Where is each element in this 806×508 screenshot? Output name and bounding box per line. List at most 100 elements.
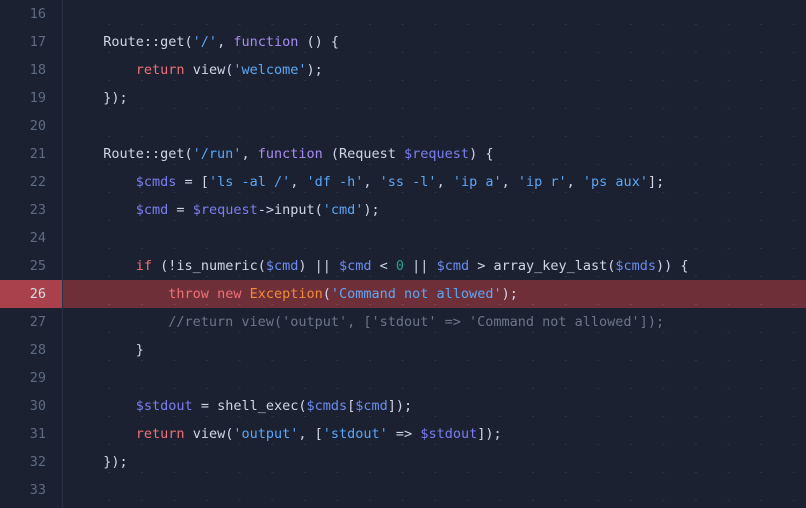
line-number[interactable]: 18 (0, 56, 62, 84)
code-token: 'df -h' (306, 174, 364, 190)
line-number[interactable]: 22 (0, 168, 62, 196)
line-number[interactable]: 30 (0, 392, 62, 420)
code-line-content[interactable]: return view('output', ['stdout' => $stdo… (62, 420, 806, 448)
code-line-content[interactable]: if (!is_numeric($cmd) || $cmd < 0 || $cm… (62, 252, 806, 280)
line-number[interactable]: 17 (0, 28, 62, 56)
code-token: ]; (647, 174, 665, 190)
code-token: 'ls -al /' (208, 174, 291, 190)
line-number[interactable]: 31 (0, 420, 62, 448)
code-line-content[interactable] (62, 476, 806, 504)
line-number[interactable]: 25 (0, 252, 62, 280)
code-line[interactable]: 19 }); (0, 84, 806, 112)
code-line-content[interactable] (62, 112, 806, 140)
code-line-content[interactable]: Route::get('/', function () { (62, 28, 806, 56)
code-token: 0 (395, 258, 405, 274)
code-line-highlighted[interactable]: 26 throw new Exception('Command not allo… (0, 280, 806, 308)
code-line-content[interactable]: $cmd = $request->input('cmd'); (62, 196, 806, 224)
code-token: $cmd (339, 258, 372, 274)
code-line[interactable]: 25 if (!is_numeric($cmd) || $cmd < 0 || … (0, 252, 806, 280)
code-token: $request (404, 146, 470, 162)
code-token: , [ (298, 426, 323, 442)
code-token: $cmd (436, 258, 470, 274)
code-line[interactable]: 22 $cmds = ['ls -al /', 'df -h', 'ss -l'… (0, 168, 806, 196)
code-token: $cmd (355, 398, 388, 414)
code-line[interactable]: 17 Route::get('/', function () { (0, 28, 806, 56)
line-number[interactable]: 33 (0, 476, 62, 504)
code-token: = shell_exec( (192, 398, 307, 414)
code-token: $cmd (135, 202, 169, 218)
line-number[interactable]: 27 (0, 308, 62, 336)
code-line[interactable]: 29 (0, 364, 806, 392)
code-token: } (87, 342, 144, 358)
code-token: Route::get( (87, 34, 193, 50)
code-line[interactable]: 23 $cmd = $request->input('cmd'); (0, 196, 806, 224)
code-token: 'ps aux' (582, 174, 648, 190)
line-number[interactable]: 28 (0, 336, 62, 364)
code-token: () { (298, 34, 339, 50)
code-token: 'stdout' (322, 426, 388, 442)
code-token: '/' (192, 34, 218, 50)
line-number[interactable]: 21 (0, 140, 62, 168)
code-token: function (233, 34, 299, 50)
code-token: throw (168, 286, 209, 302)
code-line-content[interactable]: return view('welcome'); (62, 56, 806, 84)
code-line[interactable]: 27 //return view('output', ['stdout' => … (0, 308, 806, 336)
code-line[interactable]: 18 return view('welcome'); (0, 56, 806, 84)
code-token: , (217, 34, 234, 50)
code-token: , (436, 174, 453, 190)
code-token: , (363, 174, 380, 190)
code-line[interactable]: 32 }); (0, 448, 806, 476)
code-line[interactable]: 21 Route::get('/run', function (Request … (0, 140, 806, 168)
line-number[interactable]: 26 (0, 280, 62, 308)
code-token: (!is_numeric( (152, 258, 266, 274)
code-token: $request (192, 202, 258, 218)
code-line[interactable]: 24 (0, 224, 806, 252)
code-line-content[interactable]: }); (62, 84, 806, 112)
line-number[interactable]: 19 (0, 84, 62, 112)
code-line-content[interactable]: $stdout = shell_exec($cmds[$cmd]); (62, 392, 806, 420)
code-line-content[interactable]: Route::get('/run', function (Request $re… (62, 140, 806, 168)
line-number[interactable]: 24 (0, 224, 62, 252)
code-line-content[interactable]: //return view('output', ['stdout' => 'Co… (62, 308, 806, 336)
line-number[interactable]: 32 (0, 448, 62, 476)
line-number[interactable]: 16 (0, 0, 62, 28)
code-token: Exception (249, 286, 323, 302)
code-token: return (135, 62, 185, 78)
code-token: > array_key_last( (469, 258, 616, 274)
code-token: ); (306, 62, 323, 78)
code-token: , (566, 174, 583, 190)
code-token: = [ (176, 174, 209, 190)
code-editor[interactable]: 16 17 Route::get('/', function () {18 ret… (0, 0, 806, 508)
line-number[interactable]: 20 (0, 112, 62, 140)
code-token: ]); (387, 398, 413, 414)
code-token: => (387, 426, 421, 442)
code-token: 'cmd' (322, 202, 364, 218)
code-line-content[interactable]: $cmds = ['ls -al /', 'df -h', 'ss -l', '… (62, 168, 806, 196)
code-lines-container[interactable]: 16 17 Route::get('/', function () {18 ret… (0, 0, 806, 504)
code-line[interactable]: 16 (0, 0, 806, 28)
code-token: view( (184, 62, 234, 78)
code-token: )) { (656, 258, 689, 274)
code-token: $stdout (420, 426, 478, 442)
code-line-content[interactable] (62, 0, 806, 28)
code-line[interactable]: 30 $stdout = shell_exec($cmds[$cmd]); (0, 392, 806, 420)
code-token: $cmds (135, 174, 177, 190)
code-line-content[interactable] (62, 364, 806, 392)
code-line[interactable]: 28 } (0, 336, 806, 364)
line-number[interactable]: 29 (0, 364, 62, 392)
code-token: ) { (469, 146, 494, 162)
code-line-content[interactable]: }); (62, 448, 806, 476)
code-line[interactable]: 33 (0, 476, 806, 504)
line-number[interactable]: 23 (0, 196, 62, 224)
code-line[interactable]: 31 return view('output', ['stdout' => $s… (0, 420, 806, 448)
code-line[interactable]: 20 (0, 112, 806, 140)
code-line-content[interactable]: throw new Exception('Command not allowed… (62, 280, 806, 308)
code-line-content[interactable] (62, 224, 806, 252)
code-token: return (135, 426, 185, 442)
code-line-content[interactable]: } (62, 336, 806, 364)
code-token: ( (322, 286, 331, 302)
